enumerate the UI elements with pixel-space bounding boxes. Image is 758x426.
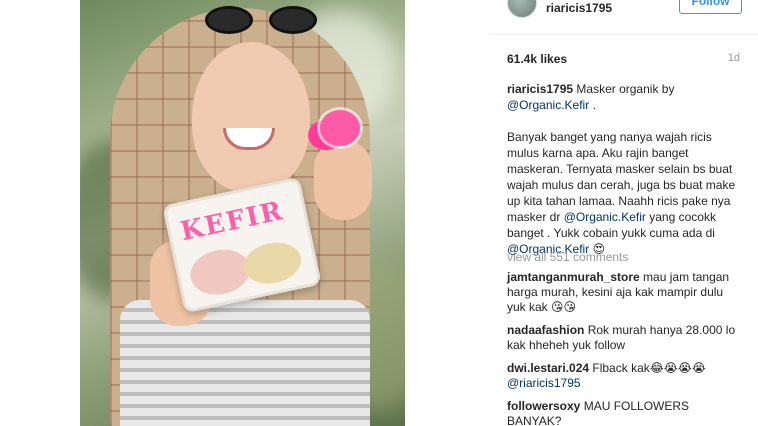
likes-count[interactable]: 61.4k likes	[507, 52, 567, 66]
follow-button[interactable]: Follow	[679, 0, 742, 14]
comment-emoji: 😘😘	[551, 300, 577, 314]
comment-username[interactable]: nadaafashion	[507, 323, 584, 337]
comment-text: Flback kak	[592, 361, 650, 375]
comment-username[interactable]: jamtanganmurah_store	[507, 270, 640, 284]
mask-tub-2	[239, 237, 305, 289]
comment-username[interactable]: followersoxy	[507, 399, 580, 413]
caption-text-1: Masker organik by	[576, 82, 675, 96]
view-all-comments-link[interactable]: view all 551 comments	[507, 250, 628, 264]
post-caption: riaricis1795 Masker organik by @Organic.…	[507, 81, 737, 273]
post-photo[interactable]: KEFIR	[80, 0, 405, 426]
header-divider	[490, 34, 758, 35]
comment-item: nadaafashion Rok murah hanya 28.000 lo k…	[507, 323, 737, 353]
comment-item: dwi.lestari.024 Flback kak😂😭😭😭 @riaricis…	[507, 361, 737, 391]
face-shape	[192, 42, 310, 192]
post-sidebar: riaricis1795 Follow 61.4k likes 1d riari…	[490, 0, 758, 426]
comment-item: jamtanganmurah_store mau jam tangan harg…	[507, 270, 737, 315]
kefir-brand-label: KEFIR	[177, 195, 287, 248]
pink-soap-2	[320, 110, 360, 146]
comment-username[interactable]: dwi.lestari.024	[507, 361, 589, 375]
post-header: riaricis1795 Follow	[490, 0, 758, 18]
striped-sleeve	[120, 300, 370, 426]
right-hand	[314, 140, 372, 220]
sunglasses-shape	[205, 6, 317, 38]
comments-list: jamtanganmurah_store mau jam tangan harg…	[507, 270, 737, 426]
comment-mention[interactable]: @riaricis1795	[507, 376, 581, 390]
caption-mention-1[interactable]: @Organic.Kefir	[507, 98, 589, 112]
post-username[interactable]: riaricis1795	[546, 1, 612, 15]
avatar[interactable]	[507, 0, 537, 18]
caption-mention-2[interactable]: @Organic.Kefir	[564, 210, 646, 224]
comment-item: followersoxy MAU FOLLOWERS BANYAK?	[507, 399, 737, 426]
post-age[interactable]: 1d	[728, 52, 740, 64]
caption-username[interactable]: riaricis1795	[507, 82, 573, 96]
comment-emoji: 😂😭😭😭	[649, 361, 706, 375]
mask-tub	[186, 244, 255, 300]
caption-text-1-end: .	[592, 98, 596, 112]
